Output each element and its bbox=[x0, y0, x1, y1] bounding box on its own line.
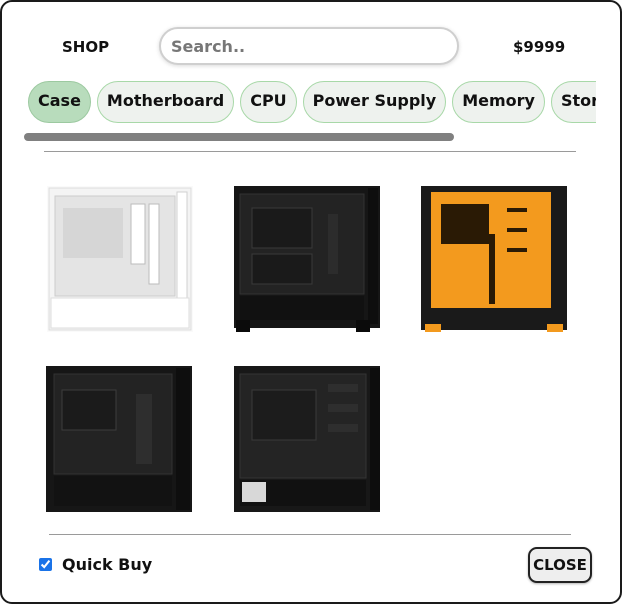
case-black-image bbox=[234, 186, 380, 332]
tabs-scrollbar[interactable] bbox=[24, 133, 596, 141]
case-black-3-image bbox=[234, 366, 380, 512]
balance-display: $9999 bbox=[513, 38, 566, 56]
top-divider bbox=[44, 151, 576, 152]
case-white-image bbox=[47, 186, 193, 332]
bottom-divider bbox=[49, 534, 571, 535]
case-orange-image bbox=[421, 186, 567, 332]
product-case-black[interactable] bbox=[232, 184, 382, 334]
tabs-scrollbar-thumb[interactable] bbox=[24, 133, 454, 141]
close-button[interactable]: CLOSE bbox=[528, 547, 592, 583]
product-case-black-2[interactable] bbox=[44, 364, 194, 514]
product-case-black-3[interactable] bbox=[232, 364, 382, 514]
case-black-2-image bbox=[46, 366, 192, 512]
product-case-orange[interactable] bbox=[419, 184, 569, 334]
category-tabs: CaseMotherboardCPUPower SupplyMemoryStor… bbox=[28, 81, 596, 125]
search-input[interactable] bbox=[159, 27, 459, 65]
shop-title: SHOP bbox=[62, 38, 110, 56]
quick-buy-checkbox[interactable] bbox=[39, 558, 52, 571]
tab-cpu[interactable]: CPU bbox=[240, 81, 297, 123]
product-case-white[interactable] bbox=[45, 184, 195, 334]
tab-case[interactable]: Case bbox=[28, 81, 91, 123]
shop-window: SHOP $9999 CaseMotherboardCPUPower Suppl… bbox=[0, 0, 622, 604]
quick-buy-label[interactable]: Quick Buy bbox=[62, 555, 152, 574]
tab-storage[interactable]: Storage bbox=[550, 81, 596, 123]
tab-motherboard[interactable]: Motherboard bbox=[96, 81, 235, 123]
tab-power-supply[interactable]: Power Supply bbox=[302, 81, 447, 123]
tab-memory[interactable]: Memory bbox=[452, 81, 545, 123]
